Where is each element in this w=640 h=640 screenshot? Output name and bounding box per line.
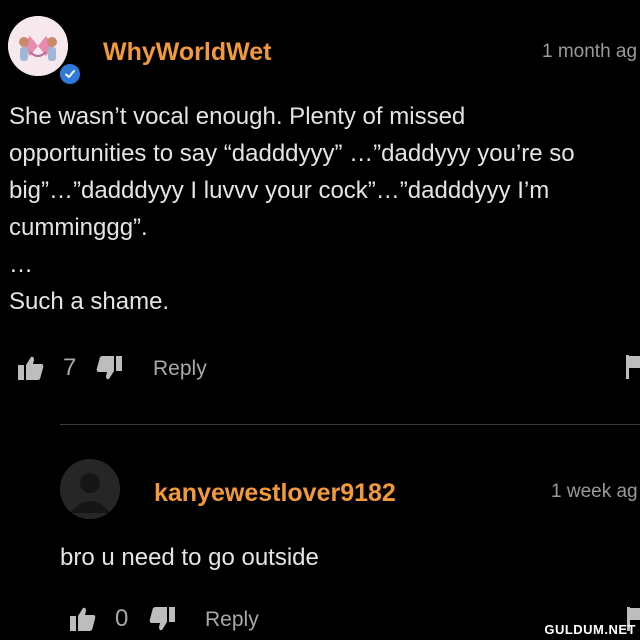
flag-icon[interactable]	[624, 354, 640, 380]
thumbs-down-icon[interactable]	[148, 606, 176, 632]
reply-button[interactable]: Reply	[205, 607, 259, 633]
reply-button[interactable]: Reply	[153, 356, 207, 382]
comment-body: She wasn’t vocal enough. Plenty of misse…	[9, 98, 640, 320]
reply-username[interactable]: kanyewestlover9182	[154, 478, 396, 508]
thumbs-up-icon[interactable]	[69, 606, 97, 632]
reply-timestamp: 1 week ag	[551, 481, 638, 502]
reply-divider	[60, 424, 640, 425]
comment-line: Such a shame.	[9, 288, 170, 315]
site-watermark: GULDUM.NET	[544, 622, 636, 637]
thumbs-down-icon[interactable]	[95, 355, 123, 381]
comment-line: …	[9, 251, 33, 278]
commenter-username[interactable]: WhyWorldWet	[103, 37, 272, 67]
comment-line: opportunities to say “dadddyyy” …”daddyy…	[9, 140, 575, 167]
comment-line: She wasn’t vocal enough. Plenty of misse…	[9, 103, 466, 130]
comment-line: big”…”dadddyyy I luvvv your cock”…”daddd…	[9, 177, 550, 204]
like-count: 7	[63, 354, 77, 381]
default-user-icon	[60, 459, 120, 519]
reply-like-count: 0	[115, 605, 129, 632]
reply-avatar[interactable]	[60, 459, 120, 519]
thumbs-up-icon[interactable]	[17, 355, 45, 381]
verified-badge-icon	[58, 62, 82, 86]
reply-body: bro u need to go outside	[60, 544, 319, 571]
comment-line: cumminggg”.	[9, 214, 148, 241]
comment-timestamp: 1 month ag	[542, 41, 638, 62]
